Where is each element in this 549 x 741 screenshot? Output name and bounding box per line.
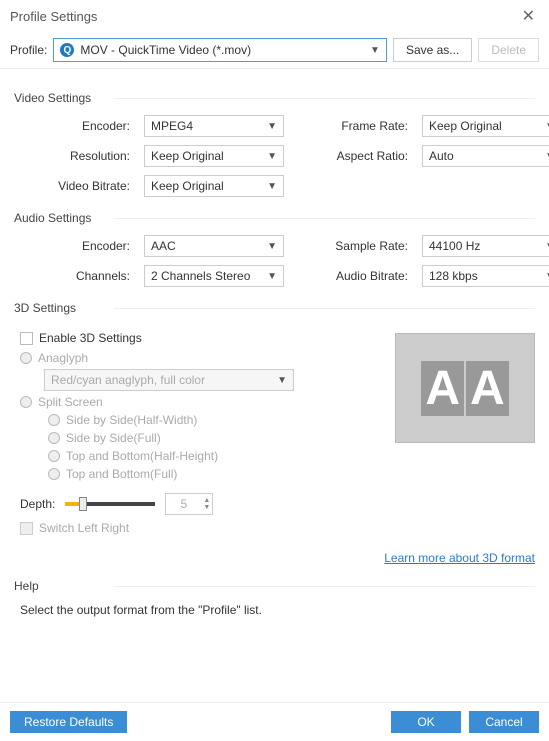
- channels-label: Channels:: [20, 269, 130, 283]
- sample-rate-select[interactable]: 44100 Hz▼: [422, 235, 549, 257]
- frame-rate-label: Frame Rate:: [298, 119, 408, 133]
- depth-slider: [65, 502, 155, 506]
- chevron-down-icon: ▼: [267, 151, 277, 162]
- chevron-down-icon: ▼: [203, 504, 210, 511]
- side-by-side-half-radio: Side by Side(Half-Width): [48, 413, 375, 427]
- chevron-down-icon: ▼: [545, 151, 549, 162]
- chevron-down-icon: ▼: [267, 121, 277, 132]
- audio-bitrate-label: Audio Bitrate:: [298, 269, 408, 283]
- frame-rate-select[interactable]: Keep Original▼: [422, 115, 549, 137]
- enable-3d-checkbox[interactable]: Enable 3D Settings: [20, 331, 375, 345]
- split-screen-radio: Split Screen: [20, 395, 375, 409]
- 3d-settings-heading: 3D Settings: [14, 301, 535, 315]
- anaglyph-mode-select: Red/cyan anaglyph, full color▼: [44, 369, 294, 391]
- audio-encoder-select[interactable]: AAC▼: [144, 235, 284, 257]
- resolution-label: Resolution:: [20, 149, 130, 163]
- audio-encoder-label: Encoder:: [20, 239, 130, 253]
- dialog-title: Profile Settings: [10, 9, 97, 24]
- delete-button: Delete: [478, 38, 539, 62]
- chevron-down-icon: ▼: [277, 375, 287, 386]
- aspect-ratio-label: Aspect Ratio:: [298, 149, 408, 163]
- chevron-down-icon: ▼: [267, 181, 277, 192]
- save-as-button[interactable]: Save as...: [393, 38, 472, 62]
- depth-label: Depth:: [20, 497, 55, 511]
- depth-spinner: 5 ▲▼: [165, 493, 213, 515]
- profile-label: Profile:: [10, 43, 47, 57]
- video-bitrate-label: Video Bitrate:: [20, 179, 130, 193]
- ok-button[interactable]: OK: [391, 711, 461, 733]
- chevron-up-icon: ▲: [203, 497, 210, 504]
- audio-bitrate-select[interactable]: 128 kbps▼: [422, 265, 549, 287]
- channels-select[interactable]: 2 Channels Stereo▼: [144, 265, 284, 287]
- 3d-preview: AA: [395, 333, 535, 443]
- sample-rate-label: Sample Rate:: [298, 239, 408, 253]
- help-heading: Help: [14, 579, 535, 593]
- chevron-down-icon: ▼: [545, 241, 549, 252]
- chevron-down-icon: ▼: [545, 121, 549, 132]
- profile-select[interactable]: Q MOV - QuickTime Video (*.mov) ▼: [53, 38, 387, 62]
- side-by-side-full-radio: Side by Side(Full): [48, 431, 375, 445]
- chevron-down-icon: ▼: [267, 241, 277, 252]
- close-icon[interactable]: ✕: [518, 6, 539, 26]
- chevron-down-icon: ▼: [545, 271, 549, 282]
- learn-more-link[interactable]: Learn more about 3D format: [14, 551, 535, 565]
- audio-settings-heading: Audio Settings: [14, 211, 535, 225]
- top-bottom-full-radio: Top and Bottom(Full): [48, 467, 375, 481]
- chevron-down-icon: ▼: [267, 271, 277, 282]
- anaglyph-radio: Anaglyph: [20, 351, 375, 365]
- profile-value: MOV - QuickTime Video (*.mov): [80, 43, 370, 57]
- video-encoder-select[interactable]: MPEG4▼: [144, 115, 284, 137]
- help-text: Select the output format from the "Profi…: [20, 603, 535, 617]
- quicktime-icon: Q: [60, 43, 74, 57]
- aspect-ratio-select[interactable]: Auto▼: [422, 145, 549, 167]
- video-settings-heading: Video Settings: [14, 91, 535, 105]
- switch-left-right-checkbox: Switch Left Right: [20, 521, 535, 535]
- restore-defaults-button[interactable]: Restore Defaults: [10, 711, 127, 733]
- cancel-button[interactable]: Cancel: [469, 711, 539, 733]
- top-bottom-half-radio: Top and Bottom(Half-Height): [48, 449, 375, 463]
- chevron-down-icon: ▼: [370, 45, 380, 56]
- video-bitrate-select[interactable]: Keep Original▼: [144, 175, 284, 197]
- resolution-select[interactable]: Keep Original▼: [144, 145, 284, 167]
- video-encoder-label: Encoder:: [20, 119, 130, 133]
